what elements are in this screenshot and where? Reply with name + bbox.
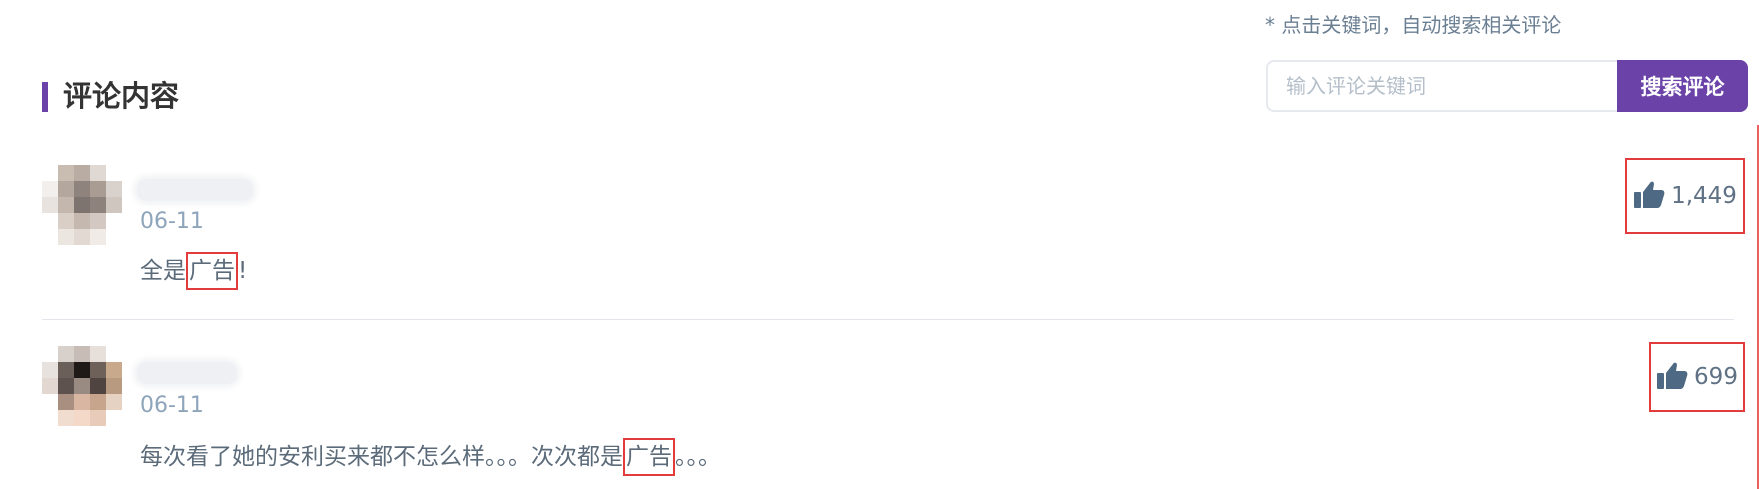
comment-text-after: ! xyxy=(238,258,248,284)
avatar[interactable] xyxy=(42,346,122,426)
section-header: 评论内容 xyxy=(42,80,179,113)
search-hint: * 点击关键词，自动搜索相关评论 xyxy=(1265,13,1562,37)
comment-text-before: 全是 xyxy=(140,258,186,284)
username-blurred[interactable] xyxy=(137,179,253,201)
like-count: 1,449 xyxy=(1671,183,1737,209)
comment-text-after: 。。。 xyxy=(675,444,721,470)
avatar[interactable] xyxy=(42,165,122,245)
comment-text-before: 每次看了她的安利买来都不怎么样。。。次次都是 xyxy=(140,444,623,470)
like-count: 699 xyxy=(1694,364,1738,390)
like-button[interactable]: 1,449 xyxy=(1625,158,1745,234)
thumbs-up-icon xyxy=(1633,179,1671,213)
comment-date: 06-11 xyxy=(140,393,204,418)
section-title: 评论内容 xyxy=(63,79,180,113)
keyword-highlight[interactable]: 广告 xyxy=(186,252,238,290)
section-accent-bar xyxy=(42,81,48,112)
search-input[interactable] xyxy=(1266,60,1617,112)
comment-text: 全是 广告! xyxy=(140,252,248,290)
thumbs-up-icon xyxy=(1656,360,1694,394)
search-bar: 搜索评论 xyxy=(1266,60,1748,112)
comments-page: * 点击关键词，自动搜索相关评论 搜索评论 评论内容 xyxy=(0,0,1759,489)
keyword-highlight[interactable]: 广告 xyxy=(623,438,675,476)
comment-text: 每次看了她的安利买来都不怎么样。。。次次都是 广告。。。 xyxy=(140,438,721,476)
comment-divider xyxy=(42,319,1734,320)
username-blurred[interactable] xyxy=(137,362,237,384)
comment-date: 06-11 xyxy=(140,209,204,234)
search-comments-button[interactable]: 搜索评论 xyxy=(1617,60,1748,112)
like-button[interactable]: 699 xyxy=(1649,342,1745,412)
